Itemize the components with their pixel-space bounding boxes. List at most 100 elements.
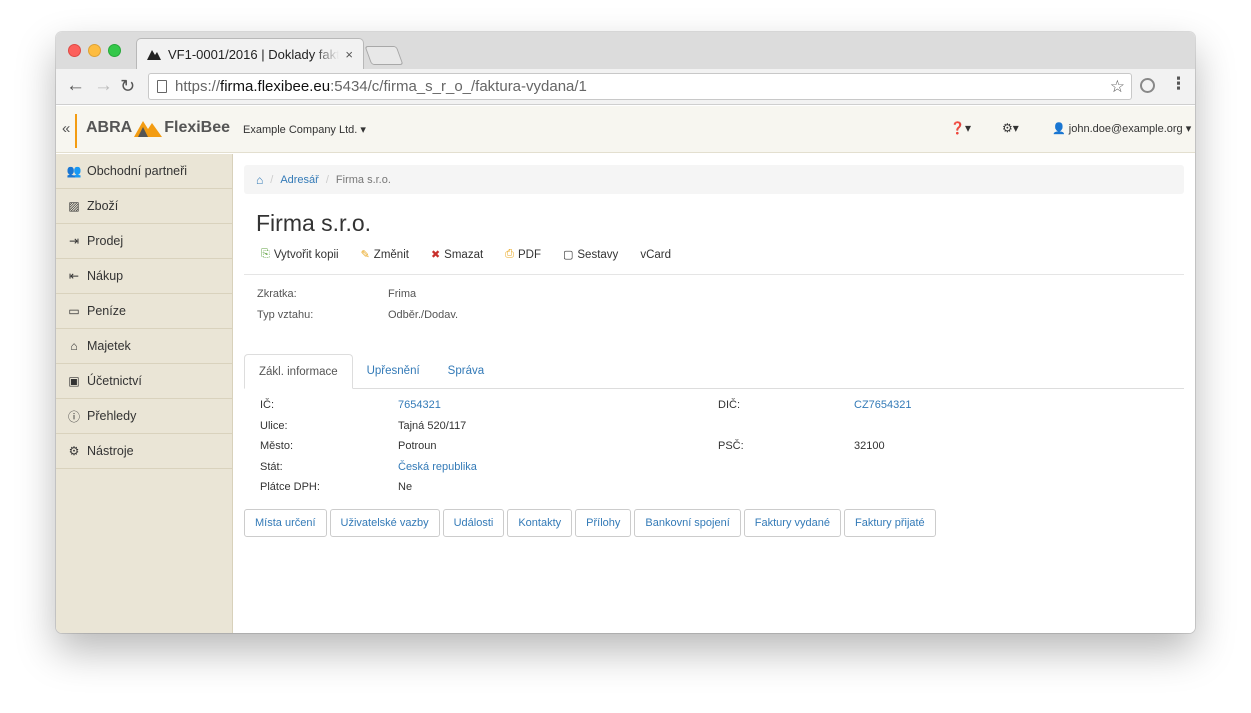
- vcard-button[interactable]: vCard: [640, 248, 671, 261]
- forward-arrow-icon[interactable]: →: [94, 76, 113, 96]
- bookmark-star-icon[interactable]: ☆: [1110, 77, 1125, 97]
- close-window-button[interactable]: [68, 44, 81, 57]
- main-content: ⌂ / Adresář / Firma s.r.o. Firma s.r.o. …: [234, 154, 1195, 633]
- pdf-button[interactable]: ⎙ PDF: [505, 248, 541, 261]
- tools-icon: ⚙: [68, 444, 80, 458]
- sign-out-icon: ⇥: [68, 234, 80, 248]
- sidebar-item-partners[interactable]: 👥 Obchodní partneři: [56, 154, 232, 189]
- home-icon[interactable]: ⌂: [256, 173, 263, 187]
- copy-button[interactable]: ⎘ Vytvořit kopii: [261, 248, 339, 261]
- ic-label: IČ:: [260, 399, 275, 412]
- vat-payer-value: Ne: [398, 481, 413, 494]
- tab-title: VF1-0001/2016 | Doklady faktur: [168, 46, 340, 62]
- reload-icon[interactable]: ↻: [120, 76, 135, 96]
- sidebar-item-money[interactable]: ▭ Peníze: [56, 294, 232, 329]
- tab-administration[interactable]: Správa: [434, 354, 498, 389]
- company-selector[interactable]: Example Company Ltd. ▾: [243, 123, 366, 136]
- edit-button[interactable]: ✎ Změnit: [360, 248, 409, 262]
- people-icon: 👥: [66, 164, 82, 178]
- pdf-icon: ⎙: [505, 248, 514, 260]
- sidebar-item-label: Účetnictví: [87, 374, 142, 388]
- reports-label: Sestavy: [577, 248, 619, 261]
- extension-icon[interactable]: [1140, 78, 1155, 93]
- flexibee-favicon-icon: [147, 50, 161, 60]
- property-icon: ⌂: [70, 339, 78, 353]
- user-email: john.doe@example.org: [1068, 123, 1183, 135]
- caret-down-icon: ▾: [360, 124, 366, 136]
- events-button[interactable]: Události: [442, 509, 505, 537]
- sidebar-item-accounting[interactable]: ▣ Účetnictví: [56, 364, 232, 399]
- minimize-window-button[interactable]: [88, 44, 101, 57]
- sidebar-item-label: Prodej: [87, 234, 124, 248]
- pdf-label: PDF: [517, 248, 541, 261]
- sidebar-item-label: Obchodní partneři: [87, 164, 188, 178]
- received-invoices-button[interactable]: Faktury přijaté: [843, 509, 936, 537]
- sidebar-item-purchase[interactable]: ⇤ Nákup: [56, 259, 232, 294]
- sidebar-item-property[interactable]: ⌂ Majetek: [56, 329, 232, 364]
- sidebar-item-label: Přehledy: [87, 409, 137, 423]
- ledger-icon: ▣: [68, 374, 80, 388]
- reports-button[interactable]: ▢ Sestavy: [562, 248, 619, 262]
- brand-left: ABRA: [86, 119, 133, 136]
- back-arrow-icon[interactable]: ←: [66, 76, 85, 96]
- settings-gear-icon[interactable]: ⚙▾: [1002, 121, 1019, 135]
- destinations-button[interactable]: Místa určení: [244, 509, 327, 537]
- user-links-button[interactable]: Uživatelské vazby: [329, 509, 440, 537]
- state-value-link[interactable]: Česká republika: [398, 461, 718, 473]
- bank-accounts-button[interactable]: Bankovní spojení: [634, 509, 741, 537]
- tab-close-icon[interactable]: ×: [345, 47, 353, 62]
- sidebar-item-label: Nákup: [87, 269, 124, 283]
- tab-basic-info[interactable]: Zákl. informace: [244, 354, 353, 389]
- relation-label: Typ vztahu:: [257, 309, 314, 321]
- sidebar-item-overview[interactable]: ⓘ Přehledy: [56, 399, 232, 434]
- browser-window: VF1-0001/2016 | Doklady faktur × ← → ↻ h…: [56, 32, 1195, 633]
- sidebar-item-goods[interactable]: ▨ Zboží: [56, 189, 232, 224]
- copy-label: Vytvořit kopii: [273, 248, 339, 261]
- brand-accent-line: [75, 114, 77, 148]
- browser-menu-icon[interactable]: ⋮: [1170, 74, 1187, 94]
- sidebar-item-tools[interactable]: ⚙ Nástroje: [56, 434, 232, 469]
- pencil-icon: ✎: [360, 249, 370, 261]
- issued-invoices-button[interactable]: Faktury vydané: [743, 509, 841, 537]
- relation-value: Odběr./Dodav.: [388, 309, 459, 321]
- flexibee-logo-icon: [134, 121, 163, 137]
- delete-button[interactable]: ✖ Smazat: [431, 248, 484, 262]
- sidebar-item-label: Zboží: [87, 199, 119, 213]
- state-label: Stát:: [260, 460, 283, 473]
- breadcrumb: ⌂ / Adresář / Firma s.r.o.: [244, 165, 1184, 194]
- delete-label: Smazat: [444, 248, 484, 261]
- vcard-label: vCard: [640, 248, 671, 261]
- edit-label: Změnit: [373, 248, 409, 261]
- money-icon: ▭: [68, 304, 80, 318]
- zoom-window-button[interactable]: [108, 44, 121, 57]
- sidebar-item-label: Peníze: [87, 304, 126, 318]
- brand-right: FlexiBee: [164, 119, 231, 136]
- street-label: Ulice:: [260, 419, 288, 432]
- breadcrumb-link-addressbook[interactable]: Adresář: [280, 174, 319, 186]
- contacts-button[interactable]: Kontakty: [507, 509, 573, 537]
- new-tab-button[interactable]: [364, 46, 404, 65]
- help-menu-icon[interactable]: ❓▾: [950, 121, 971, 135]
- brand-logo[interactable]: ABRA FlexiBee: [86, 119, 230, 137]
- psc-label: PSČ:: [718, 440, 744, 453]
- sidebar: 👥 Obchodní partneři ▨ Zboží ⇥ Prodej ⇤ N…: [56, 154, 233, 633]
- address-bar[interactable]: https:// firma.flexibee.eu :5434/c/firma…: [148, 73, 1132, 100]
- sidebar-item-sales[interactable]: ⇥ Prodej: [56, 224, 232, 259]
- user-menu[interactable]: 👤 john.doe@example.org ▾: [1052, 122, 1191, 135]
- dic-value-link[interactable]: CZ7654321: [854, 399, 912, 411]
- ic-value-link[interactable]: 7654321: [398, 399, 718, 411]
- sidebar-item-label: Nástroje: [87, 444, 134, 458]
- detail-tabs: Zákl. informace Upřesnění Správa: [244, 354, 1184, 389]
- copy-icon: ⎘: [261, 248, 270, 260]
- psc-value: 32100: [854, 440, 885, 453]
- caret-down-icon: ▾: [1185, 123, 1192, 135]
- street-value: Tajná 520/117: [398, 419, 467, 432]
- browser-tab[interactable]: VF1-0001/2016 | Doklady faktur ×: [136, 38, 364, 69]
- tab-details[interactable]: Upřesnění: [353, 354, 434, 389]
- attachments-button[interactable]: Přílohy: [575, 509, 632, 537]
- sidebar-item-label: Majetek: [87, 339, 131, 353]
- app-header: « ABRA FlexiBee Example Company Ltd. ▾ ❓…: [56, 106, 1195, 153]
- collapse-sidebar-icon[interactable]: «: [62, 120, 70, 137]
- reports-icon: ▢: [562, 249, 574, 261]
- sign-in-icon: ⇤: [68, 269, 80, 283]
